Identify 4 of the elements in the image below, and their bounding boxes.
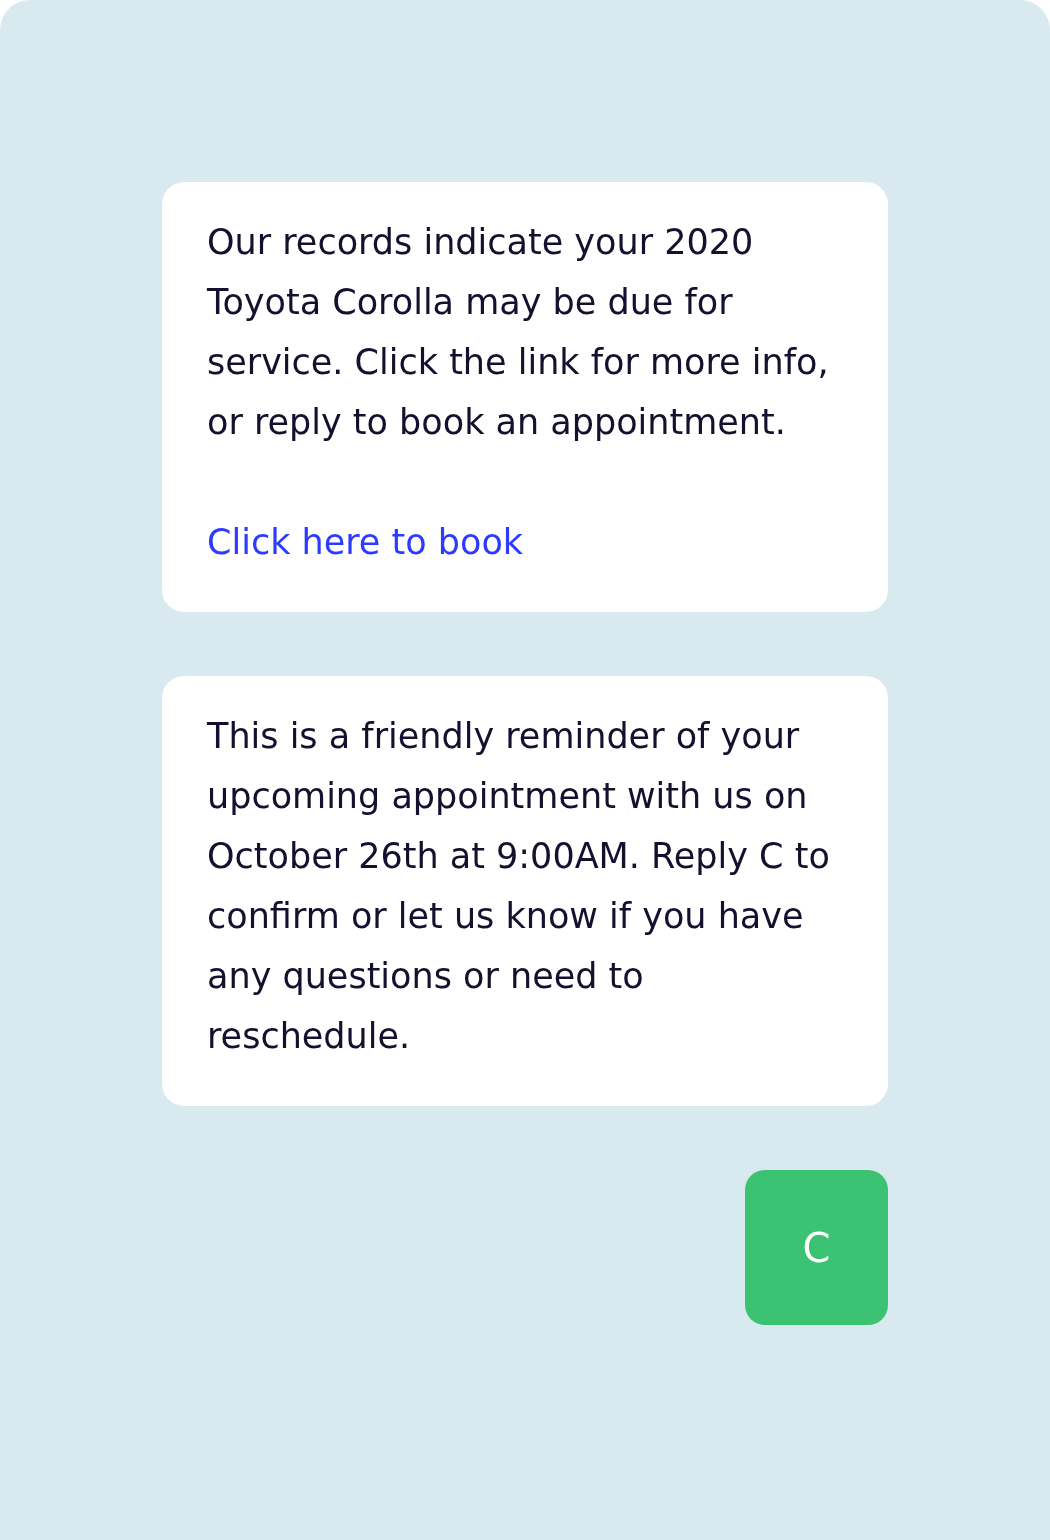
message-text: This is a friendly reminder of your upcoming appointment with us on October 26th at 9:00AM. Reply C to confirm or let us know if you have any questions or need to reschedule. <box>207 715 831 1058</box>
reply-bubble: C <box>745 1170 888 1325</box>
message-text: Our records indicate your 2020 Toyota Corolla may be due for service. Click the link for more info, or reply to book an appointment. <box>207 221 830 444</box>
book-link[interactable]: Click here to book <box>207 512 524 572</box>
